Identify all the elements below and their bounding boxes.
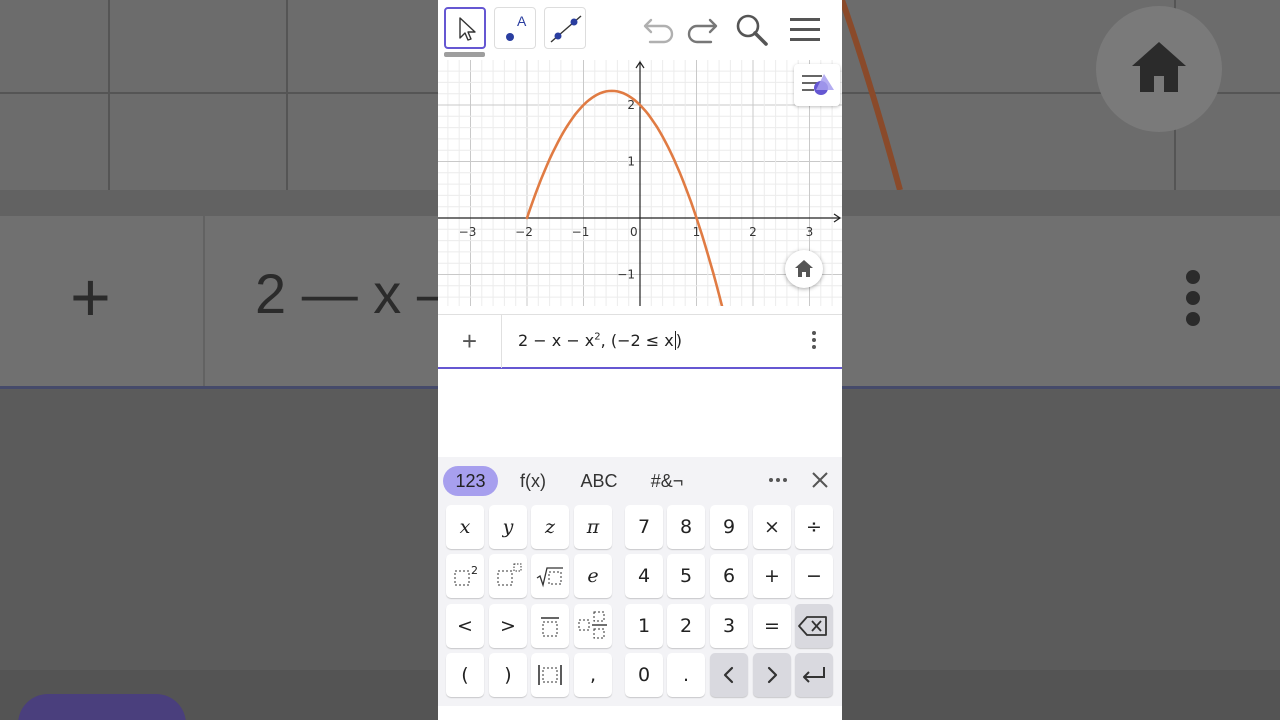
svg-text:2: 2 <box>471 564 478 577</box>
key-backspace[interactable] <box>795 604 833 648</box>
keyboard-tabs: 123 f(x) ABC #&¬ <box>438 457 842 503</box>
sqrt-icon <box>536 567 563 588</box>
key-left-arrow[interactable] <box>710 653 748 697</box>
algebra-input-field[interactable]: 2 − x − x2, (−2 ≤ x) <box>518 331 682 350</box>
point-tool-button[interactable]: A <box>494 7 536 49</box>
x-tick-label: 3 <box>806 225 814 239</box>
key-divide[interactable]: ÷ <box>795 505 833 549</box>
point-icon <box>506 33 514 41</box>
home-icon <box>1132 42 1186 92</box>
phone-app: A −3 −2 −1 0 1 2 3 2 1 −1 + 2 − x − x2, … <box>438 0 842 720</box>
redo-icon[interactable] <box>683 12 719 48</box>
key-7[interactable]: 7 <box>625 505 663 549</box>
key-square[interactable]: 2 <box>446 554 484 598</box>
key-x[interactable]: x <box>446 505 484 549</box>
key-y[interactable]: y <box>489 505 527 549</box>
style-bar-toggle[interactable] <box>794 64 840 106</box>
key-pi[interactable]: π <box>574 505 612 549</box>
background-plus: + <box>70 258 111 336</box>
backspace-icon <box>798 616 827 636</box>
key-close-paren[interactable]: ) <box>489 653 527 697</box>
tab-functions[interactable]: f(x) <box>508 466 558 496</box>
key-5[interactable]: 5 <box>667 554 705 598</box>
background-curve <box>840 0 903 190</box>
point-label: A <box>517 13 527 29</box>
chevron-left-icon <box>723 666 734 684</box>
undo-icon[interactable] <box>642 12 678 48</box>
key-1[interactable]: 1 <box>625 604 663 648</box>
key-mixed-number[interactable] <box>574 604 612 648</box>
key-6[interactable]: 6 <box>710 554 748 598</box>
expression-close-paren: ) <box>675 331 682 350</box>
square-icon: 2 <box>454 564 478 586</box>
key-0[interactable]: 0 <box>625 653 663 697</box>
enter-icon <box>803 667 825 683</box>
key-enter[interactable] <box>795 653 833 697</box>
close-keyboard-icon[interactable] <box>810 470 830 490</box>
power-icon <box>497 563 522 586</box>
background-menu-dots <box>1186 270 1200 333</box>
search-icon[interactable] <box>734 12 770 48</box>
key-4[interactable]: 4 <box>625 554 663 598</box>
x-tick-label: −3 <box>459 225 477 239</box>
key-comma[interactable]: , <box>574 653 612 697</box>
key-plus[interactable]: + <box>753 554 791 598</box>
bottom-strip <box>438 706 842 720</box>
key-2[interactable]: 2 <box>667 604 705 648</box>
tab-symbols[interactable]: #&¬ <box>642 466 692 496</box>
x-tick-label: 0 <box>630 225 638 239</box>
key-multiply[interactable]: × <box>753 505 791 549</box>
key-right-arrow[interactable] <box>753 653 791 697</box>
x-tick-label: 2 <box>749 225 757 239</box>
tab-abc[interactable]: ABC <box>574 466 624 496</box>
key-8[interactable]: 8 <box>667 505 705 549</box>
x-tick-label: −1 <box>572 225 590 239</box>
key-less-than[interactable]: < <box>446 604 484 648</box>
bg-separator <box>203 216 205 386</box>
tab-123[interactable]: 123 <box>443 466 498 496</box>
more-options-icon[interactable] <box>768 467 788 493</box>
expression-condition: , (−2 ≤ x <box>600 331 674 350</box>
key-greater-than[interactable]: > <box>489 604 527 648</box>
chevron-right-icon <box>767 666 778 684</box>
key-power[interactable] <box>489 554 527 598</box>
x-tick-label: −2 <box>515 225 533 239</box>
tool-indicator <box>444 52 485 57</box>
style-bar-icon <box>802 74 834 95</box>
line-icon <box>550 15 582 43</box>
key-e[interactable]: e <box>574 554 612 598</box>
add-item-button[interactable]: + <box>438 315 502 368</box>
bg-grid-line <box>286 0 288 190</box>
key-abs[interactable] <box>531 653 569 697</box>
bg-pill <box>18 694 186 720</box>
line-tool-button[interactable] <box>544 7 586 49</box>
abs-icon <box>538 665 562 685</box>
bg-grid-line <box>108 0 110 190</box>
fraction-icon <box>541 617 559 637</box>
math-keyboard: 123 f(x) ABC #&¬ x y z π 2 e < > () , 7… <box>438 457 842 720</box>
item-menu-button[interactable] <box>808 331 820 353</box>
cursor-icon <box>459 17 476 41</box>
mixed-number-icon <box>578 611 607 639</box>
move-tool-button[interactable] <box>444 7 486 49</box>
home-view-button[interactable] <box>785 250 823 288</box>
key-sqrt[interactable] <box>531 554 569 598</box>
menu-icon[interactable] <box>788 12 824 48</box>
toolbar: A <box>438 0 842 60</box>
key-open-paren[interactable]: ( <box>446 653 484 697</box>
algebra-empty-area <box>438 369 842 457</box>
expression-text: 2 − x − x <box>518 331 595 350</box>
algebra-input-row: + 2 − x − x2, (−2 ≤ x) <box>438 314 842 369</box>
key-minus[interactable]: − <box>795 554 833 598</box>
key-3[interactable]: 3 <box>710 604 748 648</box>
y-tick-label: 1 <box>627 155 635 169</box>
key-9[interactable]: 9 <box>710 505 748 549</box>
key-z[interactable]: z <box>531 505 569 549</box>
y-tick-label: −1 <box>617 268 635 282</box>
graphics-view[interactable]: −3 −2 −1 0 1 2 321−1 <box>438 60 842 306</box>
key-equals[interactable]: = <box>753 604 791 648</box>
home-icon <box>795 260 813 277</box>
key-decimal[interactable]: . <box>667 653 705 697</box>
key-fraction[interactable] <box>531 604 569 648</box>
